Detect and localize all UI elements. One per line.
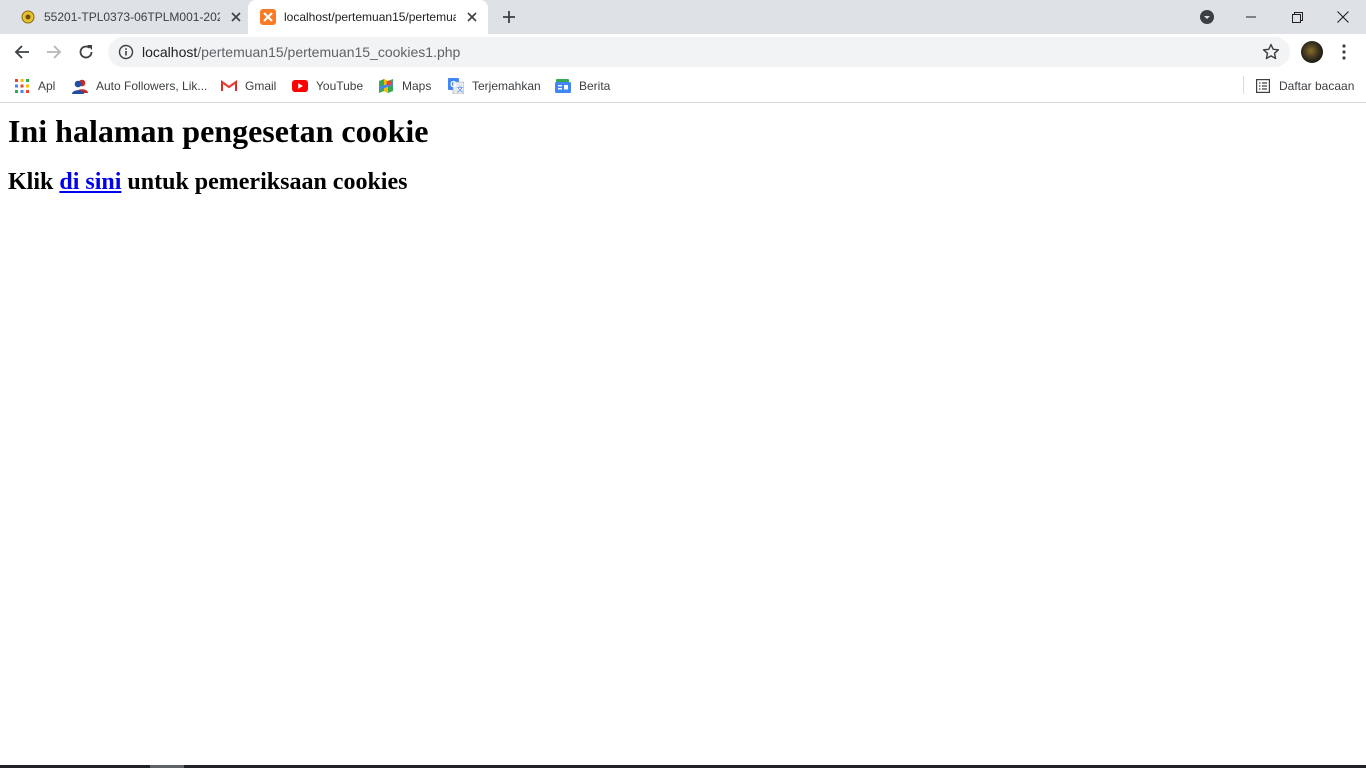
back-button[interactable] — [8, 38, 36, 66]
maps-icon — [378, 78, 394, 94]
tab-search-button[interactable] — [1196, 6, 1218, 28]
bookmark-label: Gmail — [245, 79, 277, 93]
check-cookies-link[interactable]: di sini — [59, 169, 121, 195]
info-icon[interactable] — [118, 44, 134, 60]
tab-inactive[interactable]: 55201-TPL0373-06TPLM001-2020 — [8, 0, 248, 34]
apps-grid-icon — [14, 78, 30, 94]
forward-button[interactable] — [40, 38, 68, 66]
xampp-icon — [260, 9, 276, 25]
url-host: localhost — [142, 44, 198, 60]
bookmark-gmail[interactable]: Gmail — [221, 76, 276, 96]
bookmark-apps[interactable]: Apl — [14, 76, 55, 96]
campus-logo-icon — [20, 9, 36, 25]
page-content: Ini halaman pengesetan cookie Klik di si… — [0, 103, 1366, 765]
page-subheading: Klik di sini untuk pemeriksaan cookies — [8, 169, 407, 196]
reading-list-button[interactable]: Daftar bacaan — [1255, 76, 1354, 96]
browser-menu-button[interactable] — [1334, 41, 1354, 63]
reading-list-label: Daftar bacaan — [1279, 79, 1355, 93]
bookmark-star-icon[interactable] — [1262, 43, 1280, 61]
close-window-button[interactable] — [1320, 0, 1366, 34]
subheading-prefix: Klik — [8, 169, 60, 195]
url-path: /pertemuan15/pertemuan15_cookies1.php — [197, 44, 461, 60]
reading-list-icon — [1255, 78, 1271, 94]
reload-button[interactable] — [72, 38, 100, 66]
bookmarks-separator — [1243, 76, 1244, 94]
gmail-icon — [221, 78, 237, 94]
new-tab-button[interactable] — [498, 7, 520, 27]
users-icon — [72, 78, 88, 94]
url-text[interactable]: localhost/pertemuan15/pertemuan15_cookie… — [142, 44, 460, 60]
bookmark-label: Apl — [38, 79, 56, 93]
tab-title: localhost/pertemuan15/pertemuan15_cookie… — [284, 10, 456, 24]
bookmark-label: YouTube — [316, 79, 364, 93]
news-icon — [555, 78, 571, 94]
svg-text:文: 文 — [457, 85, 464, 94]
restore-button[interactable] — [1274, 0, 1320, 34]
bookmark-label: Berita — [579, 79, 611, 93]
tab-strip: 55201-TPL0373-06TPLM001-2020 localhost/p… — [0, 0, 1366, 34]
bookmark-auto-followers[interactable]: Auto Followers, Lik... — [72, 76, 207, 96]
bookmark-news[interactable]: Berita — [555, 76, 610, 96]
close-tab-icon[interactable] — [228, 9, 244, 25]
bookmarks-bar: Apl Auto Followers, Lik... Gmail YouTube… — [0, 70, 1366, 103]
address-bar[interactable]: localhost/pertemuan15/pertemuan15_cookie… — [108, 37, 1290, 67]
subheading-suffix: untuk pemeriksaan cookies — [121, 169, 408, 195]
translate-icon: G文 — [448, 78, 464, 94]
page-heading: Ini halaman pengesetan cookie — [8, 113, 429, 149]
youtube-icon — [292, 78, 308, 94]
bookmark-maps[interactable]: Maps — [378, 76, 431, 96]
minimize-button[interactable] — [1228, 0, 1274, 34]
bookmark-label: Terjemahkan — [472, 79, 541, 93]
svg-text:G: G — [450, 80, 456, 89]
profile-avatar[interactable] — [1301, 41, 1323, 63]
tab-title: 55201-TPL0373-06TPLM001-2020 — [44, 10, 220, 24]
close-tab-icon[interactable] — [464, 9, 480, 25]
bookmark-label: Maps — [402, 79, 432, 93]
bookmark-translate[interactable]: G文 Terjemahkan — [448, 76, 541, 96]
tab-active[interactable]: localhost/pertemuan15/pertemuan15_cookie… — [248, 0, 488, 34]
browser-toolbar: localhost/pertemuan15/pertemuan15_cookie… — [0, 34, 1366, 70]
bookmark-label: Auto Followers, Lik... — [96, 79, 208, 93]
bookmark-youtube[interactable]: YouTube — [292, 76, 363, 96]
